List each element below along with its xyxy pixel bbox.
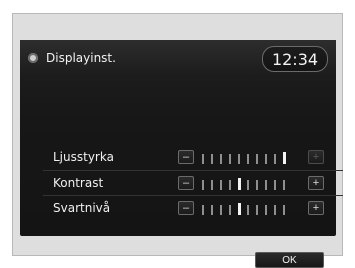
title-left: Displayinst. xyxy=(28,49,116,67)
level-tick xyxy=(211,205,213,215)
screen: Displayinst. 12:34 Ljusstyrka – + Kontra… xyxy=(20,40,343,268)
level-tick xyxy=(238,154,240,164)
screen-title: Displayinst. xyxy=(46,51,116,65)
title-bar: Displayinst. 12:34 xyxy=(20,40,336,76)
level-tick xyxy=(256,180,258,190)
decrease-button[interactable]: – xyxy=(178,150,194,164)
level-tick xyxy=(211,180,213,190)
level-tick xyxy=(220,154,222,164)
ok-button[interactable]: OK xyxy=(255,252,324,268)
level-tick xyxy=(265,154,267,164)
level-indicator xyxy=(238,203,241,215)
level-tick xyxy=(202,205,204,215)
decrease-button[interactable]: – xyxy=(178,201,194,215)
time-display: 12:34 xyxy=(262,46,328,72)
level-tick xyxy=(274,205,276,215)
level-tick xyxy=(202,154,204,164)
level-tick xyxy=(265,180,267,190)
setting-row-brightness: Ljusstyrka – + xyxy=(43,145,343,170)
setting-label: Ljusstyrka xyxy=(53,150,114,164)
decrease-button[interactable]: – xyxy=(178,176,194,190)
settings-panel: Ljusstyrka – + Kontrast – + Svartnivå – … xyxy=(43,145,343,220)
level-tick xyxy=(256,205,258,215)
setting-label: Svartnivå xyxy=(53,201,111,215)
level-tick xyxy=(247,154,249,164)
gear-icon xyxy=(28,53,38,63)
level-track xyxy=(202,152,286,164)
level-tick xyxy=(229,154,231,164)
level-tick xyxy=(265,205,267,215)
level-tick xyxy=(274,180,276,190)
level-tick xyxy=(211,154,213,164)
setting-label: Kontrast xyxy=(53,176,104,190)
level-indicator xyxy=(283,152,286,164)
level-tick xyxy=(220,205,222,215)
level-tick xyxy=(202,180,204,190)
setting-row-black-level: Svartnivå – + xyxy=(43,195,343,221)
level-tick xyxy=(247,180,249,190)
level-tick xyxy=(274,154,276,164)
increase-button[interactable]: + xyxy=(308,150,324,164)
increase-button[interactable]: + xyxy=(308,201,324,215)
level-track xyxy=(202,203,285,215)
level-indicator xyxy=(238,178,241,190)
setting-row-contrast: Kontrast – + xyxy=(43,170,343,196)
level-tick xyxy=(229,205,231,215)
level-tick xyxy=(247,205,249,215)
level-tick xyxy=(220,180,222,190)
level-tick xyxy=(283,180,285,190)
level-tick xyxy=(229,180,231,190)
level-track xyxy=(202,178,285,190)
level-tick xyxy=(283,205,285,215)
increase-button[interactable]: + xyxy=(308,176,324,190)
level-tick xyxy=(256,154,258,164)
